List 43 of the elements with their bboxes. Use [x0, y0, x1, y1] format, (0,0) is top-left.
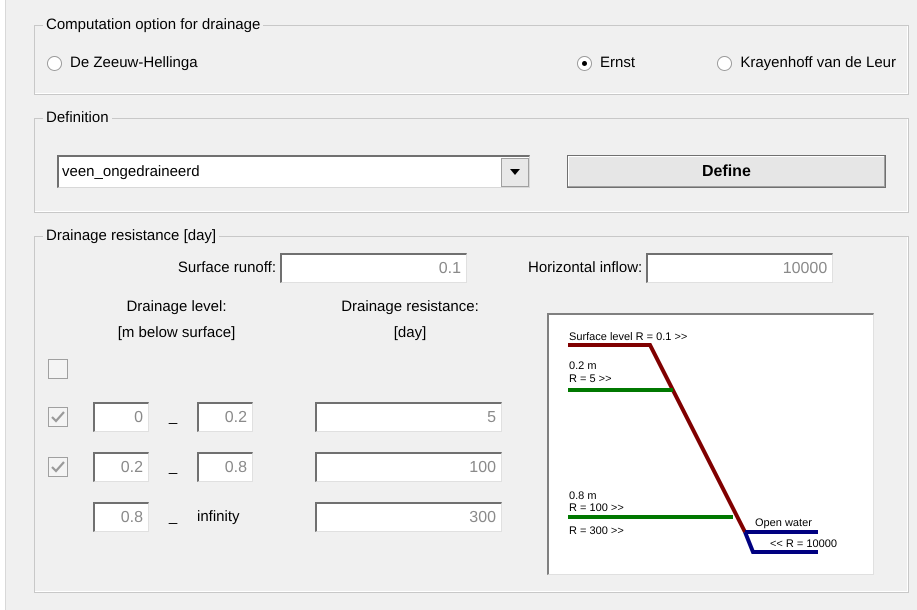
diagram-label: Surface level R = 0.1 >> [569, 331, 688, 343]
checkbox[interactable] [48, 359, 68, 379]
number-field[interactable]: 0.2 [197, 402, 253, 432]
column-header: Drainage level: [126, 297, 227, 317]
number-field[interactable]: 0 [93, 402, 149, 432]
number-field[interactable]: 0.2 [93, 452, 149, 482]
number-field[interactable]: 0.8 [197, 452, 253, 482]
radio-button[interactable] [47, 56, 62, 70]
radio-button[interactable] [577, 56, 592, 70]
number-field[interactable]: 100 [315, 452, 502, 482]
range-end-label: infinity [197, 506, 241, 527]
group-title: Computation option for drainage [43, 16, 264, 34]
radio-button[interactable] [717, 56, 732, 70]
diagram-label: 0.8 m [569, 490, 597, 502]
number-field[interactable]: 300 [315, 502, 502, 532]
definition-dropdown[interactable]: veen_ongedraineerd [57, 155, 530, 188]
group-title: Drainage resistance [day] [43, 227, 220, 245]
range-separator: _ [168, 506, 178, 527]
range-separator: _ [168, 456, 178, 477]
range-separator: _ [168, 406, 178, 427]
number-field[interactable]: 0.1 [280, 253, 467, 283]
number-field[interactable]: 5 [315, 402, 502, 432]
dropdown-value: veen_ongedraineerd [61, 162, 201, 182]
diagram-label: << R = 10000 [770, 538, 837, 550]
diagram-label: 0.2 m [569, 360, 597, 372]
diagram-label: R = 100 >> [569, 502, 624, 514]
field-label: Horizontal inflow: [528, 258, 644, 278]
number-field[interactable]: 10000 [646, 253, 834, 283]
diagram-label: Open water [755, 517, 812, 529]
diagram-label: R = 300 >> [569, 525, 624, 537]
field-label: Surface runoff: [176, 258, 277, 278]
define-button[interactable]: Define [566, 155, 886, 188]
number-field[interactable]: 0.8 [93, 502, 149, 532]
caret-icon [500, 158, 529, 186]
diagram-label: R = 5 >> [569, 373, 612, 385]
radio-label[interactable]: Ernst [600, 52, 636, 74]
column-header: [m below surface] [118, 323, 236, 343]
radio-label[interactable]: De Zeeuw-Hellinga [70, 52, 198, 74]
checkbox[interactable] [48, 407, 68, 427]
radio-label[interactable]: Krayenhoff van de Leur [740, 52, 896, 74]
column-header: Drainage resistance: [341, 297, 479, 317]
column-header: [day] [394, 323, 426, 343]
checkbox[interactable] [48, 457, 68, 477]
